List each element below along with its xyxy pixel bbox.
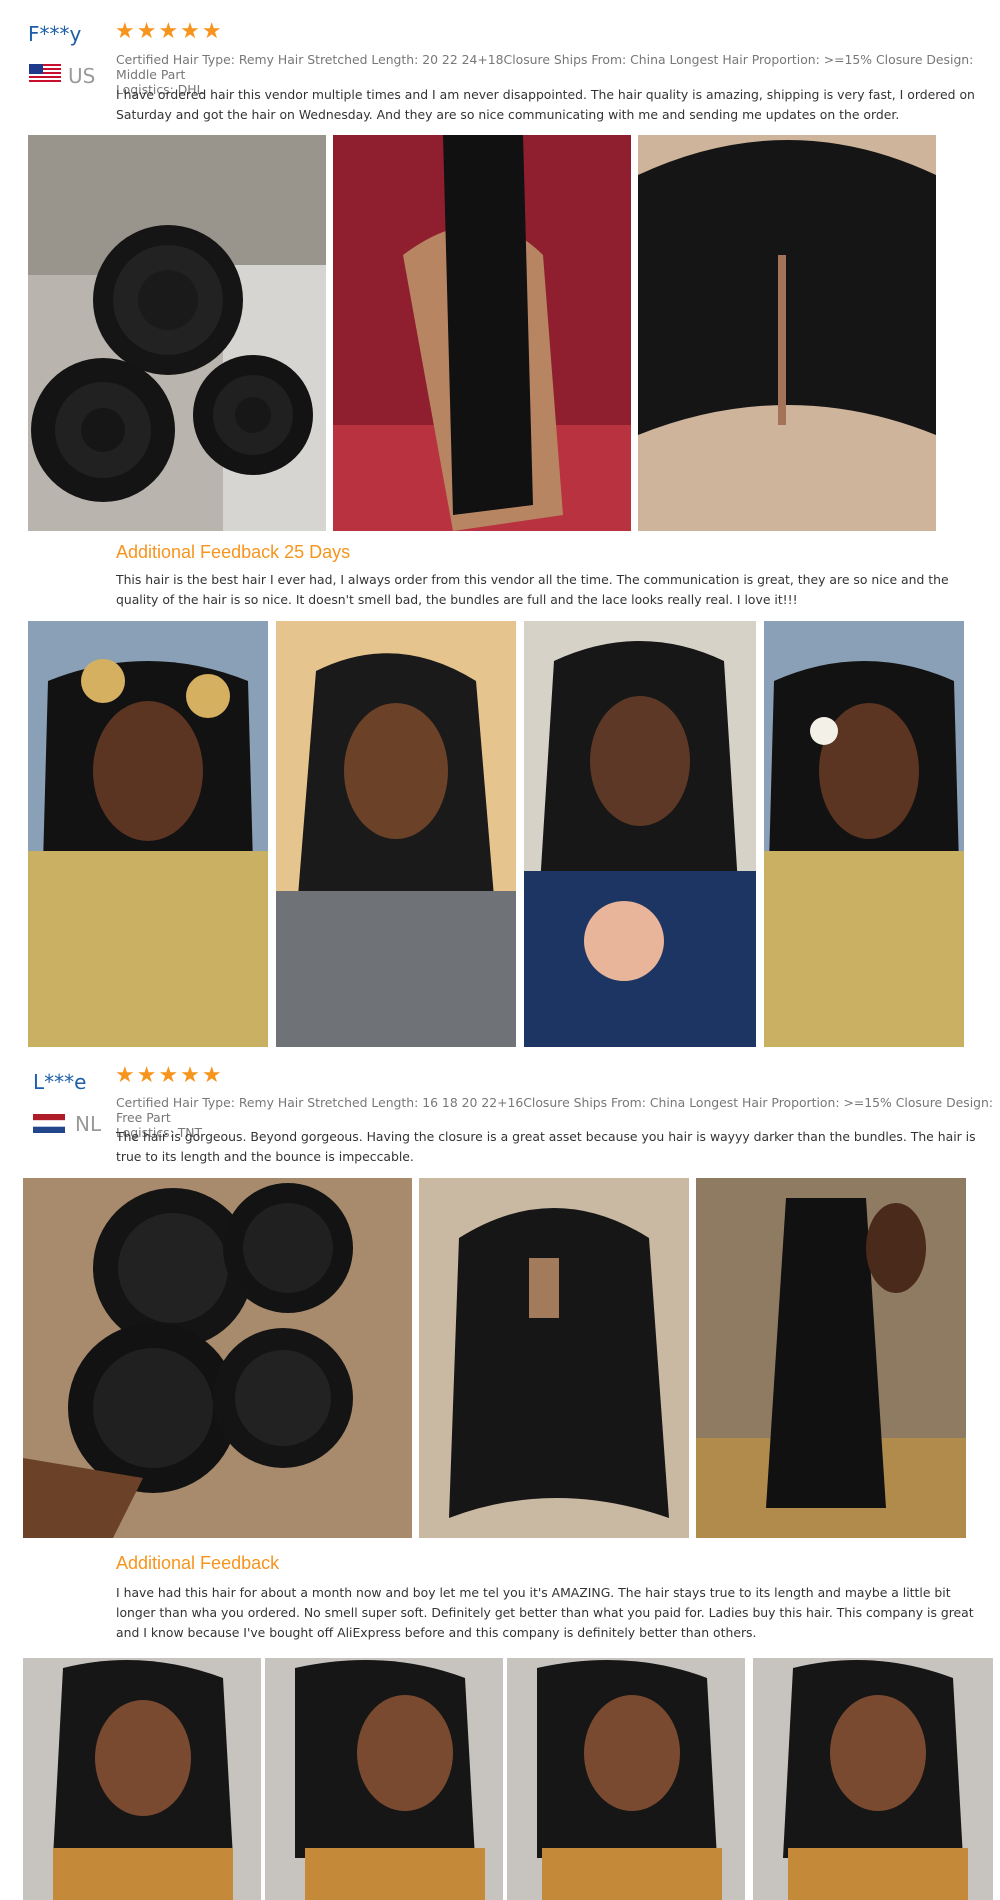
additional-photo-2[interactable] [265,1658,503,1900]
additional-photo-2[interactable] [276,621,516,1047]
additional-feedback-title: Additional Feedback [116,1553,280,1573]
review-photo-hand-hair[interactable] [333,135,631,531]
reviewer-country: NL [75,1112,102,1136]
additional-photo-4[interactable] [753,1658,993,1900]
review-photo-bundles[interactable] [28,135,326,531]
specs-line: Certified Hair Type: Remy Hair Stretched… [116,1095,994,1125]
additional-photo-1[interactable] [23,1658,261,1900]
review-photo-closure[interactable] [419,1178,689,1538]
review-photo-bundles[interactable] [23,1178,412,1538]
star-rating: ★★★★★ [115,1062,224,1087]
star-rating: ★★★★★ [115,18,224,43]
additional-photo-4[interactable] [764,621,964,1047]
reviewer-name: L***e [33,1070,87,1094]
specs-line: Certified Hair Type: Remy Hair Stretched… [116,52,974,82]
additional-photo-1[interactable] [28,621,268,1047]
review-text: The hair is gorgeous. Beyond gorgeous. H… [116,1129,976,1164]
additional-feedback-title: Additional Feedback 25 Days [116,542,351,562]
reviewer-country: US [68,64,96,88]
us-flag-icon [29,64,61,88]
nl-flag-icon [33,1114,65,1138]
additional-feedback-text: I have had this hair for about a month n… [116,1585,974,1640]
additional-photo-3[interactable] [524,621,756,1047]
reviewer-name: F***y [28,22,82,46]
additional-feedback-text: This hair is the best hair I ever had, I… [116,572,949,607]
additional-photo-3[interactable] [507,1658,745,1900]
review-photo-hand-hair[interactable] [696,1178,966,1538]
review-photo-closure[interactable] [638,135,936,531]
review-text: I have ordered hair this vendor multiple… [116,87,975,122]
